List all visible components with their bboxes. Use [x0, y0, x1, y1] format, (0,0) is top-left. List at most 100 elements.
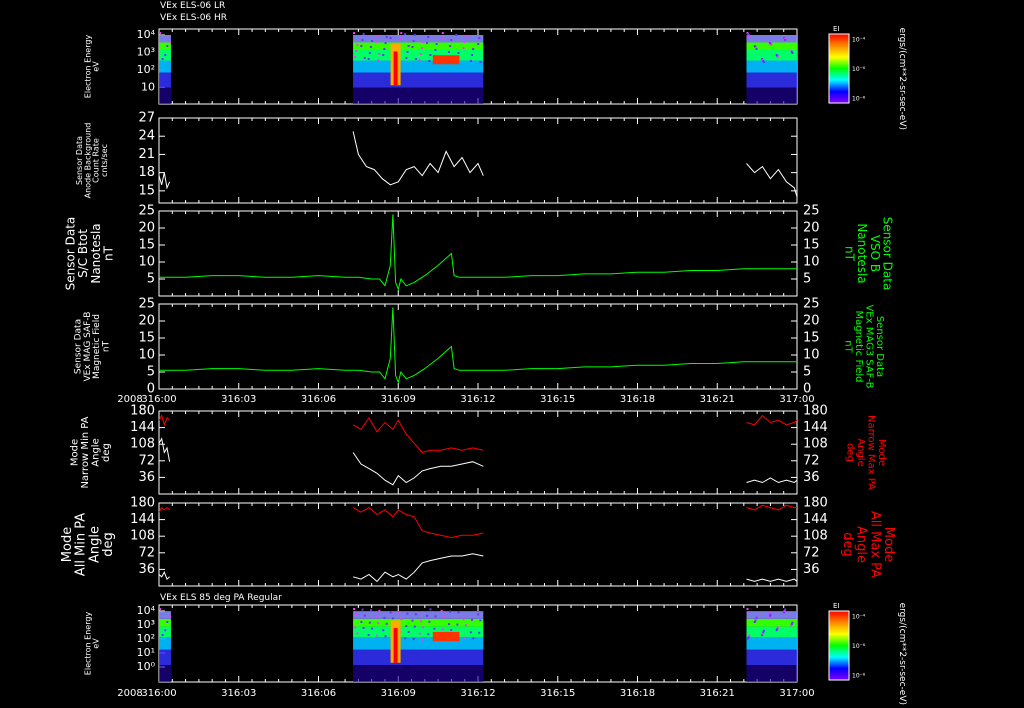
spectrogram-speckle	[362, 627, 365, 629]
y-tick-label-right: 108	[803, 529, 828, 544]
axis-label-line: deg	[101, 443, 112, 462]
spectrogram-speckle	[371, 40, 374, 42]
spectrogram-speckle	[353, 608, 356, 610]
spectrogram-band	[159, 649, 171, 666]
spectrogram-speckle	[353, 32, 356, 34]
spectrogram-speckle	[413, 625, 416, 628]
spectrogram-speckle	[399, 38, 402, 40]
spectrogram-speckle	[362, 33, 365, 35]
y-tick-label: 10³	[137, 618, 155, 631]
spectrogram-speckle	[391, 617, 394, 620]
spectrogram-band	[746, 649, 797, 666]
y-tick-label: 27	[138, 111, 155, 126]
time-tick-label: 316:15	[540, 688, 575, 699]
spectrogram-band	[159, 87, 171, 104]
spectrogram-speckle	[407, 45, 410, 47]
y-tick-label-right: 180	[803, 404, 828, 419]
spectrogram-speckle	[746, 608, 749, 610]
spectrogram-speckle	[363, 614, 366, 617]
time-tick-label: 316:03	[221, 394, 256, 405]
spectrogram-band	[159, 60, 171, 73]
axis-label-line: eV	[92, 61, 101, 72]
spectrogram-speckle	[360, 45, 363, 47]
time-tick-label: 316:09	[381, 394, 416, 405]
spectrogram-speckle	[389, 37, 392, 39]
spectrogram-speckle	[161, 58, 164, 60]
spectrogram-speckle	[426, 42, 429, 44]
panel-all-pa-ylabel-right: ModeAll Max PAAngledeg	[840, 511, 896, 578]
panel-energy-85deg-data-block	[746, 608, 797, 682]
spectrogram-band	[353, 649, 484, 666]
spectrogram-speckle	[355, 614, 358, 616]
spectrogram-speckle	[427, 36, 430, 38]
spectrogram-speckle	[378, 609, 381, 612]
spectrogram-speckle	[382, 54, 385, 56]
narrow-pa-series-line	[158, 437, 798, 486]
spectrogram-speckle	[435, 43, 438, 45]
spectrogram-speckle	[457, 52, 460, 54]
y-tick-label: 72	[138, 453, 155, 468]
colorbar-tick-label: 10⁻⁴	[852, 37, 866, 44]
axis-label-line: deg	[101, 532, 116, 557]
y-tick-label: 25	[138, 297, 155, 312]
y-tick-label: 10⁴	[137, 28, 156, 41]
panel-energy-85deg-ylabel: Electron Energy eV	[83, 612, 100, 676]
axis-label-line: Mode	[69, 439, 80, 466]
spectrogram-speckle	[471, 54, 473, 56]
time-tick-label: 316:06	[301, 394, 336, 405]
time-tick-label: 316:00	[141, 688, 176, 699]
spectrogram-speckle	[418, 59, 421, 61]
spectrogram-speckle	[434, 615, 437, 618]
spectrogram-speckle	[384, 42, 387, 44]
spectrogram-speckle	[161, 634, 164, 636]
y-tick-label-right: 180	[803, 496, 828, 511]
colorbar	[828, 610, 850, 681]
y-tick-label: 36	[138, 470, 155, 485]
panel-narrow-pa-ylabel-right: ModeNarrow Max PAAngledeg	[844, 415, 887, 490]
spectrogram-speckle	[356, 44, 359, 46]
y-tick-label: 10	[138, 348, 155, 363]
axis-label-line: cnts/sec	[100, 144, 109, 177]
spectrogram-speckle	[422, 626, 425, 629]
colorbar-units-top: ergs/(cm**2-sr-sec-eV)	[897, 28, 907, 130]
y-tick-label: 108	[130, 529, 155, 544]
colorbar	[828, 33, 850, 104]
y-tick-label-right: 5	[803, 272, 811, 287]
spectrogram-band	[746, 60, 797, 73]
spectrogram-speckle	[361, 39, 364, 41]
spectrogram-speckle	[166, 45, 169, 47]
spectrogram-speckle	[378, 53, 381, 55]
spectrogram-speckle	[478, 37, 481, 39]
panel-energy-top-ylabel: Electron Energy eV	[83, 35, 100, 99]
time-tick-label: 316:12	[460, 394, 495, 405]
spectrogram-speckle	[471, 618, 473, 621]
y-tick-label-right: 10	[803, 348, 820, 363]
panel-anode-ylabel: Sensor Data Anode Background Count Rate cnt…	[75, 123, 109, 199]
y-tick-label: 36	[138, 562, 155, 577]
spectrogram-speckle	[748, 35, 751, 37]
spectrogram-speckle	[462, 618, 465, 621]
y-tick-label: 15	[138, 331, 155, 346]
y-tick-label-right: 20	[803, 314, 820, 329]
axis-label-line: nT	[842, 340, 853, 353]
spectrogram-speckle	[369, 46, 372, 48]
spectrogram-speckle	[377, 59, 380, 61]
spectrogram-speckle	[472, 637, 475, 640]
spectrogram-speckle	[360, 621, 363, 623]
axis-label-line: deg	[844, 443, 855, 462]
spectrogram-speckle	[755, 48, 758, 50]
spectrogram-speckle	[455, 34, 458, 36]
spectrogram-speckle	[447, 51, 450, 53]
panel-mag-ylabel-right: Sensor DataVEx MAG3 SAF-BMagnetic Fieldn…	[842, 304, 885, 388]
spectrogram-speckle	[478, 631, 481, 634]
colorbar-tick-label: 10⁻⁸	[852, 96, 866, 103]
spectrogram-band	[353, 637, 484, 650]
y-tick-label-right: 72	[803, 453, 820, 468]
time-tick-label: 316:06	[301, 688, 336, 699]
spectrogram-hotspot	[432, 631, 460, 642]
spectrogram-speckle	[462, 47, 465, 49]
spectrogram-band	[159, 637, 171, 650]
spectrogram-speckle	[762, 629, 765, 632]
y-tick-label: 108	[130, 437, 155, 452]
spectrogram-speckle	[374, 616, 377, 619]
